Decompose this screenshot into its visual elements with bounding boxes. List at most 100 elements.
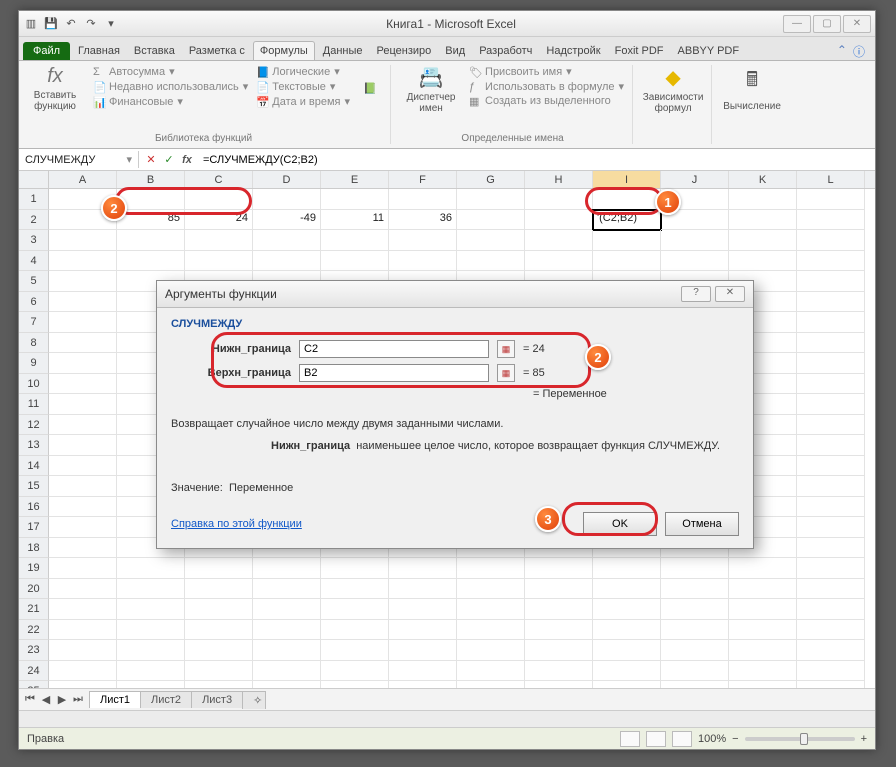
cell[interactable] xyxy=(389,661,457,682)
row-header[interactable]: 17 xyxy=(19,517,49,538)
cell[interactable] xyxy=(457,210,525,231)
row-header[interactable]: 2 xyxy=(19,210,49,231)
cell[interactable] xyxy=(729,189,797,210)
cell[interactable] xyxy=(661,251,729,272)
minimize-ribbon-icon[interactable]: ⌃ xyxy=(837,43,847,60)
sheet-tab[interactable]: Лист2 xyxy=(140,691,192,708)
cell[interactable] xyxy=(797,271,865,292)
cell[interactable] xyxy=(797,353,865,374)
tab-addins[interactable]: Надстройк xyxy=(540,42,606,60)
col-header-active[interactable]: I xyxy=(593,171,661,188)
cell[interactable] xyxy=(49,620,117,641)
cell[interactable] xyxy=(661,640,729,661)
cell[interactable] xyxy=(661,681,729,688)
cell[interactable] xyxy=(49,333,117,354)
cell[interactable] xyxy=(797,230,865,251)
cell[interactable] xyxy=(321,189,389,210)
cell[interactable]: 85 xyxy=(117,210,185,231)
cell[interactable] xyxy=(593,558,661,579)
row-header[interactable]: 6 xyxy=(19,292,49,313)
tab-formulas[interactable]: Формулы xyxy=(253,41,315,60)
cell[interactable] xyxy=(185,230,253,251)
tab-review[interactable]: Рецензиро xyxy=(371,42,438,60)
cell[interactable] xyxy=(185,599,253,620)
cell[interactable] xyxy=(185,640,253,661)
row-header[interactable]: 18 xyxy=(19,538,49,559)
row-header[interactable]: 23 xyxy=(19,640,49,661)
arg1-input[interactable] xyxy=(299,340,489,358)
normal-view-button[interactable] xyxy=(620,731,640,747)
cell[interactable] xyxy=(253,189,321,210)
last-sheet-icon[interactable]: ⏭ xyxy=(71,693,85,706)
cell[interactable] xyxy=(185,189,253,210)
col-header[interactable]: C xyxy=(185,171,253,188)
cell[interactable] xyxy=(729,579,797,600)
dialog-titlebar[interactable]: Аргументы функции ? ✕ xyxy=(157,281,753,308)
cell[interactable] xyxy=(661,661,729,682)
cell[interactable] xyxy=(729,558,797,579)
cancel-formula-icon[interactable]: ✕ xyxy=(143,153,159,166)
cell[interactable] xyxy=(321,620,389,641)
cell[interactable] xyxy=(117,661,185,682)
more-functions-button[interactable]: 📗 xyxy=(358,65,382,112)
cell[interactable] xyxy=(321,579,389,600)
cell[interactable] xyxy=(797,640,865,661)
col-header[interactable]: E xyxy=(321,171,389,188)
cell[interactable] xyxy=(49,312,117,333)
row-header[interactable]: 14 xyxy=(19,456,49,477)
cell[interactable] xyxy=(525,230,593,251)
row-header[interactable]: 8 xyxy=(19,333,49,354)
row-header[interactable]: 3 xyxy=(19,230,49,251)
cell[interactable] xyxy=(389,558,457,579)
tab-foxit[interactable]: Foxit PDF xyxy=(609,42,670,60)
cell[interactable] xyxy=(797,394,865,415)
close-button[interactable]: ✕ xyxy=(843,15,871,33)
row-header[interactable]: 22 xyxy=(19,620,49,641)
cell[interactable] xyxy=(457,230,525,251)
cell[interactable] xyxy=(457,620,525,641)
cell[interactable] xyxy=(185,558,253,579)
cell[interactable] xyxy=(729,620,797,641)
formula-input[interactable] xyxy=(199,152,875,168)
cell[interactable] xyxy=(525,251,593,272)
cell[interactable] xyxy=(525,640,593,661)
zoom-slider[interactable] xyxy=(745,737,855,741)
cell[interactable] xyxy=(593,620,661,641)
cell[interactable] xyxy=(525,558,593,579)
cell[interactable] xyxy=(797,579,865,600)
arg2-input[interactable] xyxy=(299,364,489,382)
cell[interactable] xyxy=(797,312,865,333)
cell[interactable] xyxy=(49,292,117,313)
col-header[interactable]: L xyxy=(797,171,865,188)
cell[interactable] xyxy=(457,681,525,688)
cell[interactable] xyxy=(185,579,253,600)
zoom-in-icon[interactable]: + xyxy=(861,733,867,745)
cell[interactable] xyxy=(797,251,865,272)
collapse-dialog-icon[interactable]: ▦ xyxy=(497,340,515,358)
cell[interactable] xyxy=(457,189,525,210)
cell[interactable] xyxy=(117,251,185,272)
cell[interactable] xyxy=(593,189,661,210)
cell[interactable] xyxy=(729,230,797,251)
cell[interactable] xyxy=(117,681,185,688)
maximize-button[interactable]: ▢ xyxy=(813,15,841,33)
cell[interactable] xyxy=(729,640,797,661)
active-cell[interactable]: '(C2;B2) xyxy=(593,210,661,231)
row-header[interactable]: 16 xyxy=(19,497,49,518)
cell[interactable] xyxy=(321,558,389,579)
cell[interactable] xyxy=(593,599,661,620)
cell[interactable] xyxy=(525,210,593,231)
tab-layout[interactable]: Разметка с xyxy=(183,42,251,60)
cell[interactable] xyxy=(49,661,117,682)
cell[interactable] xyxy=(49,394,117,415)
cell[interactable] xyxy=(797,456,865,477)
select-all-corner[interactable] xyxy=(19,171,49,188)
row-header[interactable]: 1 xyxy=(19,189,49,210)
cell[interactable] xyxy=(49,435,117,456)
cell[interactable] xyxy=(457,251,525,272)
cell[interactable]: 11 xyxy=(321,210,389,231)
cell[interactable] xyxy=(797,599,865,620)
cell[interactable] xyxy=(797,415,865,436)
cell[interactable] xyxy=(593,579,661,600)
cell[interactable] xyxy=(389,579,457,600)
